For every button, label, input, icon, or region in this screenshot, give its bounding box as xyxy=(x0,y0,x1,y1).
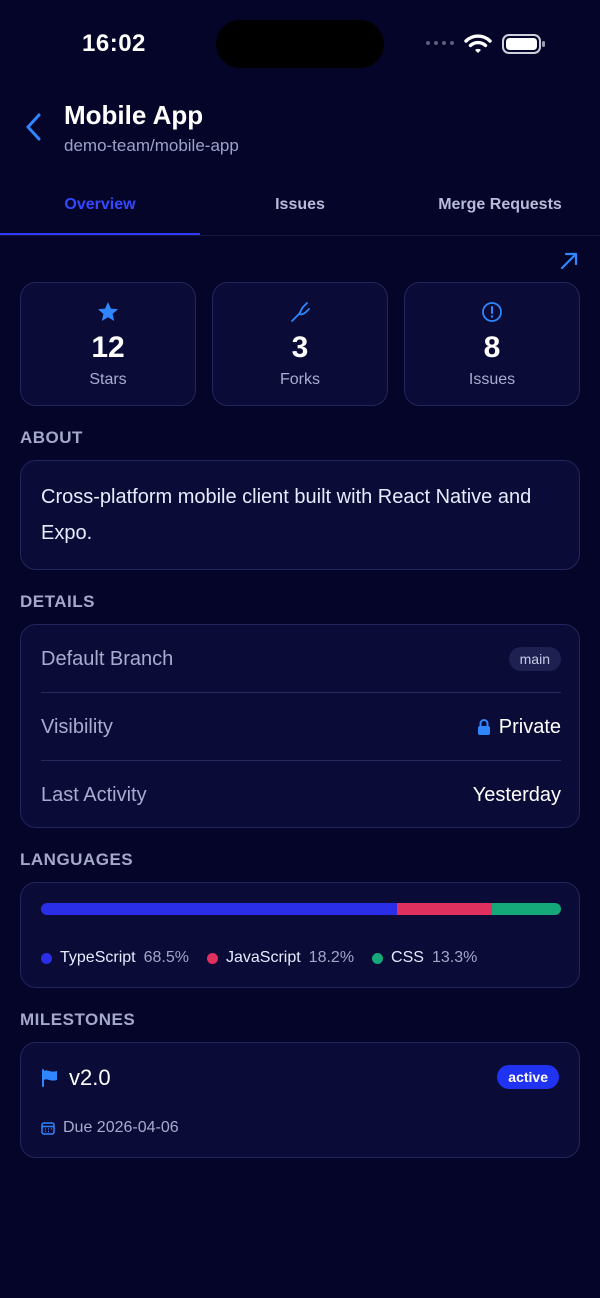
language-segment-typescript xyxy=(41,903,398,915)
last-activity-value: Yesterday xyxy=(472,783,561,806)
forks-label: Forks xyxy=(280,371,320,388)
branch-chip: main xyxy=(508,647,561,671)
detail-row-default-branch: Default Branch main xyxy=(41,625,561,693)
language-legend-item: CSS 13.3% xyxy=(372,949,477,967)
page-title: Mobile App xyxy=(64,100,204,130)
issue-icon xyxy=(482,302,502,322)
tab-overview[interactable]: Overview xyxy=(0,180,200,236)
tab-merge-requests[interactable]: Merge Requests xyxy=(400,180,600,236)
language-percent: 13.3% xyxy=(431,949,478,966)
flag-icon xyxy=(42,1069,57,1087)
about-card: Cross-platform mobile client built with … xyxy=(20,460,580,570)
about-heading: ABOUT xyxy=(20,428,83,447)
language-percent: 18.2% xyxy=(308,949,355,966)
stat-issues[interactable]: 8 Issues xyxy=(404,282,580,406)
language-legend-item: TypeScript 68.5% xyxy=(41,949,189,967)
cellular-signal-icon xyxy=(426,41,454,45)
issues-label: Issues xyxy=(468,371,516,388)
calendar-icon xyxy=(41,1122,55,1135)
stat-forks[interactable]: 3 Forks xyxy=(212,282,388,406)
milestone-due-date: Due 2026-04-06 xyxy=(63,1119,179,1136)
stars-label: Stars xyxy=(89,371,127,388)
tab-bar: Overview Issues Merge Requests xyxy=(0,180,600,236)
wifi-icon xyxy=(464,34,492,53)
languages-card: TypeScript 68.5% JavaScript 18.2% CSS 13.3% xyxy=(20,882,580,988)
visibility-value-wrap: Private xyxy=(477,716,561,739)
language-color-dot xyxy=(206,952,218,964)
detail-key: Default Branch xyxy=(41,647,174,670)
visibility-value: Private xyxy=(498,715,561,738)
language-legend-item: JavaScript 18.2% xyxy=(206,949,355,967)
language-color-dot xyxy=(41,952,52,964)
language-legend: TypeScript 68.5% JavaScript 18.2% CSS 13.3% xyxy=(41,949,477,967)
milestone-card[interactable]: v2.0 active Due 2026-04-06 xyxy=(20,1042,580,1158)
milestone-title: v2.0 xyxy=(69,1065,111,1090)
battery-icon xyxy=(502,34,545,54)
back-button[interactable] xyxy=(18,110,48,144)
language-bar xyxy=(41,903,561,915)
status-time: 16:02 xyxy=(82,30,146,57)
dynamic-island xyxy=(216,20,384,68)
chevron-left-icon xyxy=(26,113,41,141)
detail-key: Visibility xyxy=(41,715,113,738)
milestones-heading: MILESTONES xyxy=(20,1010,136,1029)
stars-count: 12 xyxy=(91,331,125,364)
milestone-status-badge: active xyxy=(497,1065,559,1089)
repo-path: demo-team/mobile-app xyxy=(64,136,239,155)
language-segment-css xyxy=(491,903,561,915)
status-bar: 16:02 xyxy=(0,0,600,90)
details-heading: DETAILS xyxy=(20,592,95,611)
languages-heading: LANGUAGES xyxy=(20,850,134,869)
issues-count: 8 xyxy=(483,331,501,364)
milestone-due-wrap: Due 2026-04-06 xyxy=(41,1119,179,1137)
stat-stars[interactable]: 12 Stars xyxy=(20,282,196,406)
language-percent: 68.5% xyxy=(143,949,189,966)
lock-icon xyxy=(477,719,490,735)
language-color-dot xyxy=(372,952,384,964)
details-card: Default Branch main Visibility Private L… xyxy=(20,624,580,828)
tabs-divider xyxy=(0,235,600,236)
milestone-title-wrap: v2.0 xyxy=(41,1065,111,1091)
tab-issues[interactable]: Issues xyxy=(200,180,400,236)
star-icon xyxy=(98,302,118,321)
detail-row-visibility: Visibility Private xyxy=(41,693,561,761)
language-segment-javascript xyxy=(397,903,492,915)
about-text: Cross-platform mobile client built with … xyxy=(41,486,532,544)
language-name: CSS xyxy=(391,949,424,966)
stats-row: 12 Stars 3 Forks 8 Issues xyxy=(20,282,580,406)
detail-key: Last Activity xyxy=(41,783,147,806)
forks-count: 3 xyxy=(291,331,309,364)
detail-row-last-activity: Last Activity Yesterday xyxy=(41,761,561,829)
language-name: JavaScript xyxy=(225,949,301,966)
external-link-icon[interactable] xyxy=(558,250,580,272)
language-name: TypeScript xyxy=(60,949,136,966)
fork-icon xyxy=(291,302,310,322)
header: Mobile App demo-team/mobile-app xyxy=(0,96,600,166)
